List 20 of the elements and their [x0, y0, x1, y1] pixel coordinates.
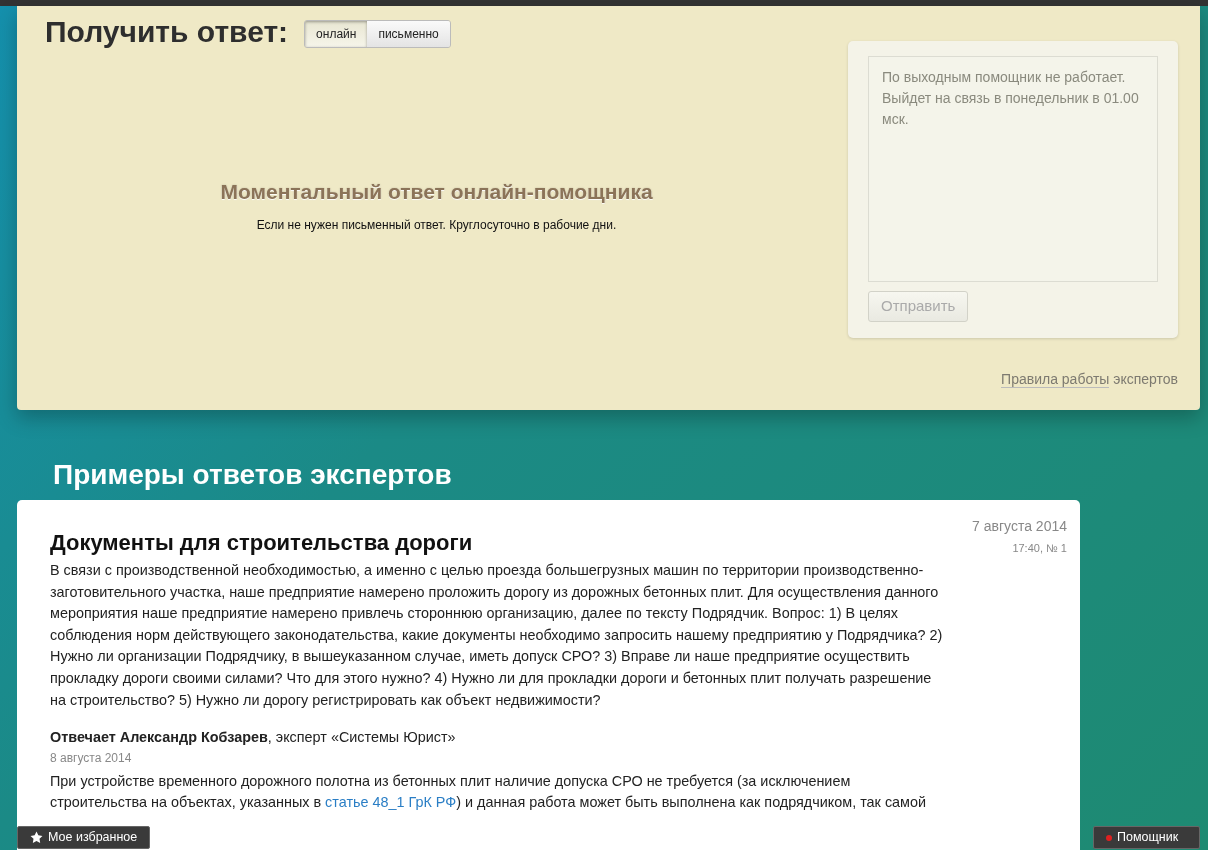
question-title: Документы для строительства дороги: [50, 529, 474, 556]
mode-tab[interactable]: письменно: [367, 21, 450, 47]
section-note: Если не нужен письменный ответ. Круглосуточно в рабочие дни.: [256, 216, 617, 234]
message-area: По выходным помощник не работает. Выйдет на связь в понедельник в 01.00 мск.: [868, 56, 1158, 282]
section-title: Примеры ответов экспертов: [53, 458, 453, 492]
helper-button[interactable]: Помощник: [1093, 826, 1200, 849]
star-icon: [30, 831, 43, 844]
panel-title: Получить ответ:: [45, 15, 289, 49]
favorites-button[interactable]: Мое избранное: [17, 826, 151, 849]
expert-name: Отвечает Александр Кобзарев, эксперт «Системы Юрист»: [50, 728, 457, 748]
rules-link[interactable]: Правила работы: [1001, 370, 1110, 388]
law-link[interactable]: статье 48_1 ГрК РФ: [325, 794, 457, 811]
answer-text: При устройстве временного дорожного полотна из бетонных плит наличие допуска СРО не требуется (за исключением строительства на объектах, указанных в статье 48_1 ГрК РФ) и данная работа может быть выполнена как подрядчиком, так самой: [50, 771, 927, 813]
mode-tab[interactable]: онлайн: [305, 21, 368, 47]
question-time: 17:40, № 1: [1011, 540, 1067, 556]
question-text: В связи с производственной необходимостью, а именно с целью проезда большегрузных машин по территории производственно-заготовительного участка, наше предприятие намерено проложить дорогу из дорожных бетонных плит. Для осуществления данного мероприятия наше предприятие намерено привлечь стороннюю организацию, далее по тексту Подрядчик. Вопрос: 1) В целях соблюдения норм действующего законодательства, какие документы необходимо запросить нашему предприятию у Подрядчика? 2) Нужно ли организации Подрядчику, в вышеуказанном случае, иметь допуск СРО? 3) Вправе ли наше предприятие осуществить прокладку дороги своими силами? Что для этого нужно? 4) Нужно ли для прокладки дороги и бетонных плит получать разрешение на строительство? 5) Нужно ли дорогу регистрировать как объект недвижимости?: [50, 561, 944, 710]
answer-date: 8 августа 2014: [50, 749, 133, 767]
question-date: 7 августа 2014: [971, 516, 1067, 536]
section-heading: Моментальный ответ онлайн-помощника: [220, 179, 653, 205]
rules-text: Правила работы экспертов: [1001, 369, 1178, 390]
